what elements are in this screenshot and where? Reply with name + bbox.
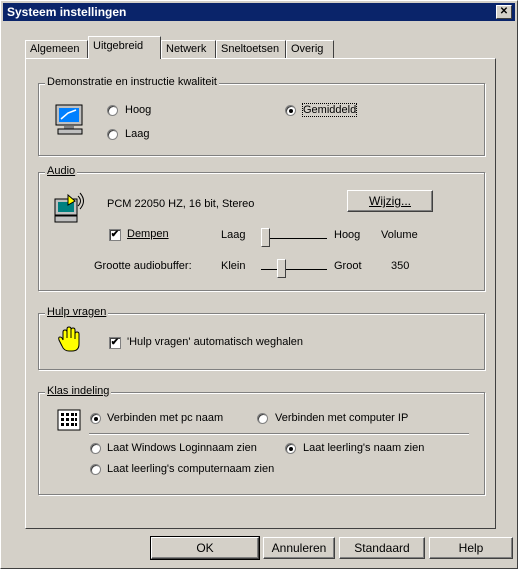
default-button[interactable]: Standaard — [339, 537, 425, 559]
connect-pc-name-label: Verbinden met pc naam — [107, 412, 224, 424]
demo-quality-legend: Demonstratie en instructie kwaliteit — [45, 76, 219, 88]
class-layout-separator — [89, 433, 469, 435]
change-audio-button[interactable]: Wijzig... — [347, 190, 433, 212]
audio-legend: Audio — [45, 165, 78, 177]
class-layout-legend-text: Klas indeling — [47, 385, 110, 397]
raised-hand-icon — [58, 326, 80, 352]
radio-connect-pc-name[interactable] — [90, 413, 101, 424]
radio-gemiddeld-label: Gemiddeld — [301, 103, 358, 117]
tab-netwerk[interactable]: Netwerk — [161, 40, 216, 58]
audio-format-text: PCM 22050 HZ, 16 bit, Stereo — [107, 198, 255, 210]
auto-remove-help-checkbox[interactable]: ✔ — [109, 337, 121, 349]
change-audio-button-label: Wijzig... — [369, 194, 411, 208]
class-layout-group: Klas indeling Verbinden met pc naam Verb… — [38, 385, 485, 495]
buffer-slider-thumb[interactable] — [277, 259, 286, 278]
title-bar[interactable]: Systeem instellingen ✕ — [3, 3, 515, 21]
help-legend: Hulp vragen — [45, 306, 109, 318]
tab-uitgebreid[interactable]: Uitgebreid — [88, 36, 161, 59]
tab-uitgebreid-label: Uitgebreid — [93, 40, 144, 52]
buffer-low-label: Klein — [221, 260, 246, 272]
show-student-name-label: Laat leerling's naam zien — [303, 442, 425, 454]
show-computer-name-label: Laat leerling's computernaam zien — [107, 463, 275, 475]
volume-slider-thumb[interactable] — [261, 228, 270, 247]
audio-group: Audio PCM 22050 HZ, 16 bit, Stereo Wijzi… — [38, 165, 485, 291]
tab-sneltoetsen[interactable]: Sneltoetsen — [216, 40, 286, 58]
ok-button[interactable]: OK — [150, 536, 260, 560]
tab-overig[interactable]: Overig — [286, 40, 334, 58]
class-layout-legend: Klas indeling — [45, 385, 112, 397]
radio-gemiddeld[interactable] — [285, 105, 296, 116]
volume-high-label: Hoog — [334, 229, 361, 241]
connect-ip-label: Verbinden met computer IP — [275, 412, 409, 424]
dialog-window: Systeem instellingen ✕ Algemeen Uitgebre… — [0, 0, 518, 569]
show-windows-login-label: Laat Windows Loginnaam zien — [107, 442, 257, 454]
radio-laag-label: Laag — [125, 128, 150, 140]
volume-label: Volume — [381, 229, 418, 241]
close-button[interactable]: ✕ — [496, 5, 512, 19]
buffer-high-label: Groot — [334, 260, 362, 272]
audio-legend-text: Audio — [47, 165, 76, 177]
window-title: Systeem instellingen — [7, 5, 127, 19]
tab-algemeen[interactable]: Algemeen — [25, 40, 88, 58]
tab-panel: Demonstratie en instructie kwaliteit Hoo… — [25, 58, 496, 529]
demo-quality-group: Demonstratie en instructie kwaliteit Hoo… — [38, 76, 485, 156]
radio-hoog-label: Hoog — [125, 104, 152, 116]
radio-show-computer-name[interactable] — [90, 464, 101, 475]
monitor-icon — [55, 104, 83, 135]
buffer-value: 350 — [391, 260, 410, 272]
radio-show-student-name[interactable] — [285, 443, 296, 454]
classroom-grid-icon — [57, 409, 81, 431]
mute-label-text: Dempen — [127, 228, 169, 240]
buffer-label: Grootte audiobuffer: — [94, 260, 192, 272]
help-group: Hulp vragen ✔ 'Hulp vragen' automatisch … — [38, 306, 485, 370]
radio-show-windows-login[interactable] — [90, 443, 101, 454]
help-legend-text: Hulp vragen — [47, 306, 107, 318]
radio-hoog[interactable] — [107, 105, 118, 116]
radio-laag[interactable] — [107, 129, 118, 140]
radio-connect-ip[interactable] — [257, 413, 268, 424]
auto-remove-help-label: 'Hulp vragen' automatisch weghalen — [127, 336, 304, 348]
volume-track — [261, 238, 327, 239]
mute-label: Dempen — [127, 228, 169, 240]
help-button[interactable]: Help — [429, 537, 513, 559]
mute-checkbox[interactable]: ✔ — [109, 229, 121, 241]
cancel-button[interactable]: Annuleren — [263, 537, 335, 559]
buffer-track — [261, 269, 327, 270]
audio-speaker-icon — [54, 192, 84, 223]
volume-low-label: Laag — [221, 229, 246, 241]
